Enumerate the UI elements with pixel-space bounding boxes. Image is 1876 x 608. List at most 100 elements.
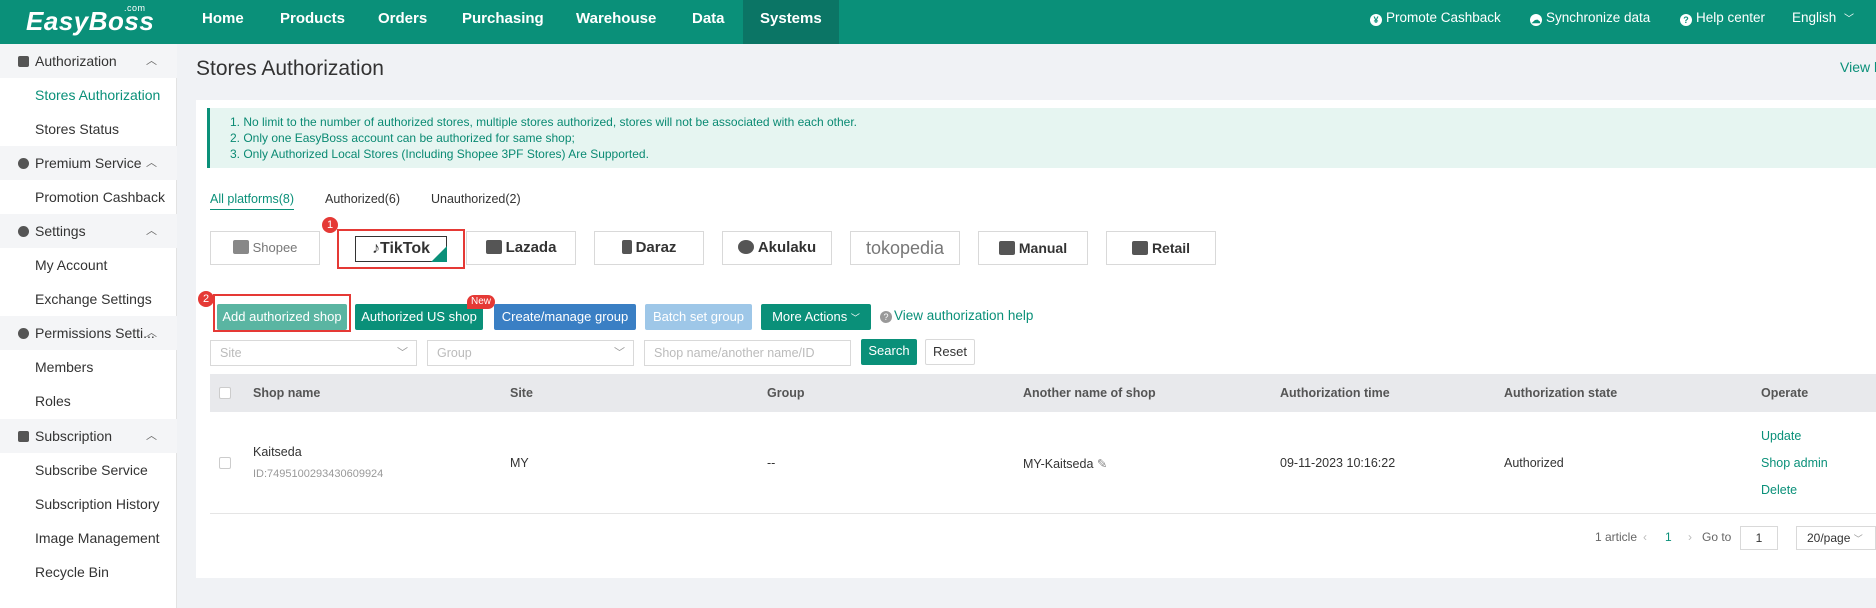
group-cell: -- — [767, 456, 776, 470]
platform-daraz[interactable]: Daraz — [594, 231, 704, 265]
platform-akulaku[interactable]: Akulaku — [722, 231, 832, 265]
search-button[interactable]: Search — [861, 339, 917, 365]
row-checkbox[interactable] — [219, 457, 231, 469]
sidebar-item-stores-status[interactable]: Stores Status — [35, 120, 119, 138]
delete-link[interactable]: Delete — [1761, 483, 1797, 497]
sidebar-section-subscription[interactable]: Subscription ︿ — [0, 419, 177, 453]
edit-pencil-icon[interactable]: ✎ — [1097, 457, 1107, 471]
sidebar-section-label: Settings — [35, 223, 86, 239]
page-size-label: 20/page — [1807, 531, 1851, 545]
update-link[interactable]: Update — [1761, 429, 1801, 443]
synchronize-data-link[interactable]: ☁ Synchronize data — [1530, 0, 1650, 44]
nav-home[interactable]: Home — [190, 0, 256, 44]
tiktok-icon: ♪ — [371, 240, 380, 257]
goto-page-input[interactable]: 1 — [1740, 526, 1778, 550]
platform-lazada[interactable]: Lazada — [466, 231, 576, 265]
view-link[interactable]: View l — [1840, 59, 1876, 75]
help-center-link[interactable]: ? Help center — [1680, 0, 1765, 44]
sidebar-section-label: Permissions Setti... — [35, 325, 155, 341]
help-center-label: Help center — [1696, 10, 1766, 25]
site-select[interactable]: Site ﹀ — [210, 340, 417, 366]
page-size-select[interactable]: 20/page ﹀ — [1796, 526, 1876, 550]
search-field[interactable] — [644, 340, 851, 366]
synchronize-data-label: Synchronize data — [1546, 10, 1651, 25]
platform-tiktok[interactable]: ♪TikTok — [337, 229, 465, 269]
platform-label: Daraz — [635, 239, 677, 256]
platform-retail[interactable]: Retail — [1106, 231, 1216, 265]
platform-label: Retail — [1151, 240, 1191, 256]
select-all-checkbox[interactable] — [219, 387, 231, 399]
chevron-up-icon: ︿ — [146, 225, 157, 237]
row-divider — [210, 513, 1876, 514]
chevron-up-icon: ︿ — [146, 55, 157, 67]
chevron-down-icon: ﹀ — [397, 347, 408, 359]
sidebar-section-label: Subscription — [35, 428, 113, 444]
sidebar-section-label: Authorization — [35, 53, 117, 69]
add-authorized-shop-button[interactable]: Add authorized shop — [217, 304, 347, 330]
platform-tokopedia[interactable]: tokopedia — [850, 231, 960, 265]
sidebar-section-authorization[interactable]: Authorization ︿ — [0, 44, 177, 78]
sidebar-item-recycle-bin[interactable]: Recycle Bin — [35, 563, 109, 581]
chevron-down-icon: ﹀ — [1853, 534, 1863, 544]
site-cell: MY — [510, 456, 529, 470]
sidebar-item-roles[interactable]: Roles — [35, 392, 71, 410]
chevron-up-icon: ︿ — [146, 157, 157, 169]
tab-all-platforms[interactable]: All platforms(8) — [210, 192, 295, 210]
column-header-another-name: Another name of shop — [1023, 386, 1156, 400]
view-authorization-help-link[interactable]: ? View authorization help — [880, 308, 1033, 323]
nav-orders[interactable]: Orders — [366, 0, 439, 44]
sidebar-section-premium-service[interactable]: Premium Service ︿ — [0, 146, 177, 180]
chevron-down-icon: ﹀ — [1844, 14, 1855, 25]
create-manage-group-button[interactable]: Create/manage group — [494, 304, 636, 330]
another-name-cell: MY-Kaitseda ✎ — [1023, 456, 1107, 471]
platform-shopee[interactable]: Shopee — [210, 231, 320, 265]
nav-systems[interactable]: Systems — [743, 0, 839, 44]
authorization-state-cell: Authorized — [1504, 456, 1564, 470]
nav-data[interactable]: Data — [680, 0, 737, 44]
more-actions-button[interactable]: More Actions ﹀ — [761, 304, 871, 330]
gear-icon — [18, 226, 29, 237]
batch-set-group-button[interactable]: Batch set group — [645, 304, 752, 330]
platform-manual[interactable]: Manual — [978, 231, 1088, 265]
sidebar-section-settings[interactable]: Settings ︿ — [0, 214, 177, 248]
shop-id-cell: ID:7495100293430609924 — [253, 468, 384, 480]
sidebar-item-members[interactable]: Members — [35, 358, 93, 376]
search-input[interactable] — [654, 342, 850, 364]
sidebar-item-image-management[interactable]: Image Management — [35, 529, 160, 547]
sidebar-item-subscription-history[interactable]: Subscription History — [35, 495, 160, 513]
column-header-group: Group — [767, 386, 805, 400]
sidebar-section-permissions[interactable]: Permissions Setti... ︿ — [0, 316, 177, 350]
column-header-shop-name: Shop name — [253, 386, 321, 400]
platform-label: Manual — [1018, 240, 1068, 256]
sidebar-item-stores-authorization[interactable]: Stores Authorization — [35, 86, 160, 104]
chevron-down-icon: ﹀ — [614, 347, 625, 359]
next-page-icon[interactable]: › — [1688, 530, 1692, 544]
prev-page-icon[interactable]: ‹ — [1643, 530, 1647, 544]
promote-cashback-link[interactable]: ¥ Promote Cashback — [1370, 0, 1501, 44]
reset-button[interactable]: Reset — [925, 339, 975, 365]
group-select[interactable]: Group ﹀ — [427, 340, 634, 366]
nav-purchasing[interactable]: Purchasing — [450, 0, 556, 44]
daraz-icon — [621, 240, 632, 254]
sidebar-item-exchange-settings[interactable]: Exchange Settings — [35, 290, 152, 308]
sidebar-item-promotion-cashback[interactable]: Promotion Cashback — [35, 188, 165, 206]
total-count: 1 article — [1595, 530, 1638, 544]
shop-admin-link[interactable]: Shop admin — [1761, 456, 1828, 470]
store-icon — [998, 241, 1015, 255]
notice-line: 2. Only one EasyBoss account can be auth… — [230, 131, 575, 145]
tab-unauthorized[interactable]: Unauthorized(2) — [431, 192, 521, 206]
platform-label: Shopee — [252, 240, 298, 255]
shop-name-cell: Kaitseda — [253, 445, 302, 459]
brand-logo[interactable]: EasyBoss .com — [26, 3, 154, 37]
nav-products[interactable]: Products — [268, 0, 357, 44]
promote-cashback-label: Promote Cashback — [1386, 10, 1501, 25]
sidebar-item-my-account[interactable]: My Account — [35, 256, 107, 274]
platform-label: Akulaku — [757, 239, 817, 256]
page-number-current[interactable]: 1 — [1665, 530, 1672, 544]
subscription-icon — [18, 431, 29, 442]
tab-authorized[interactable]: Authorized(6) — [325, 192, 400, 206]
authorized-us-shop-button[interactable]: Authorized US shop — [355, 304, 483, 330]
nav-warehouse[interactable]: Warehouse — [564, 0, 668, 44]
language-selector[interactable]: English ﹀ — [1792, 0, 1854, 44]
sidebar-item-subscribe-service[interactable]: Subscribe Service — [35, 461, 148, 479]
